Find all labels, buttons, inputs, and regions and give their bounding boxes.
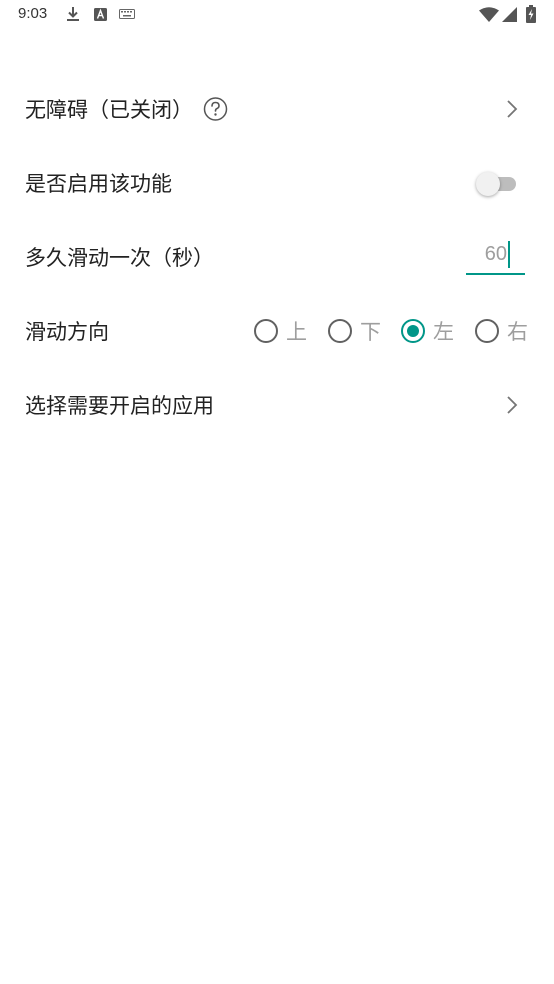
wifi-icon [479, 7, 499, 22]
radio-circle-checked [401, 319, 425, 343]
keyboard-icon [119, 9, 135, 19]
enable-toggle[interactable] [476, 170, 516, 196]
radio-circle [475, 319, 499, 343]
status-time: 9:03 [18, 5, 48, 22]
status-bar: 9:03 [0, 0, 554, 30]
radio-label-left: 左 [433, 320, 454, 344]
radio-label-up: 上 [286, 320, 307, 344]
a-notification-icon [94, 8, 107, 21]
signal-icon [502, 7, 517, 22]
interval-label: 多久滑动一次（秒） [25, 246, 214, 270]
toggle-thumb [476, 172, 500, 196]
chevron-right-icon [507, 396, 518, 414]
enable-row[interactable]: 是否启用该功能 [0, 153, 554, 213]
radio-circle [328, 319, 352, 343]
accessibility-label: 无障碍（已关闭） [25, 98, 193, 122]
help-icon[interactable] [203, 97, 228, 122]
text-caret [508, 241, 510, 268]
download-icon [67, 7, 79, 21]
radio-label-right: 右 [507, 320, 528, 344]
accessibility-row[interactable]: 无障碍（已关闭） [0, 79, 554, 139]
radio-label-down: 下 [360, 320, 381, 344]
direction-row: 滑动方向 上 下 左 右 [0, 301, 554, 361]
enable-label: 是否启用该功能 [25, 172, 172, 196]
interval-row: 多久滑动一次（秒） 60 [0, 227, 554, 287]
radio-circle [254, 319, 278, 343]
chevron-right-icon [507, 100, 518, 118]
battery-charging-icon [526, 5, 536, 23]
select-apps-row[interactable]: 选择需要开启的应用 [0, 375, 554, 435]
interval-value: 60 [484, 243, 507, 265]
select-apps-label: 选择需要开启的应用 [25, 394, 214, 418]
interval-input[interactable]: 60 [466, 239, 525, 275]
direction-label: 滑动方向 [25, 320, 109, 344]
